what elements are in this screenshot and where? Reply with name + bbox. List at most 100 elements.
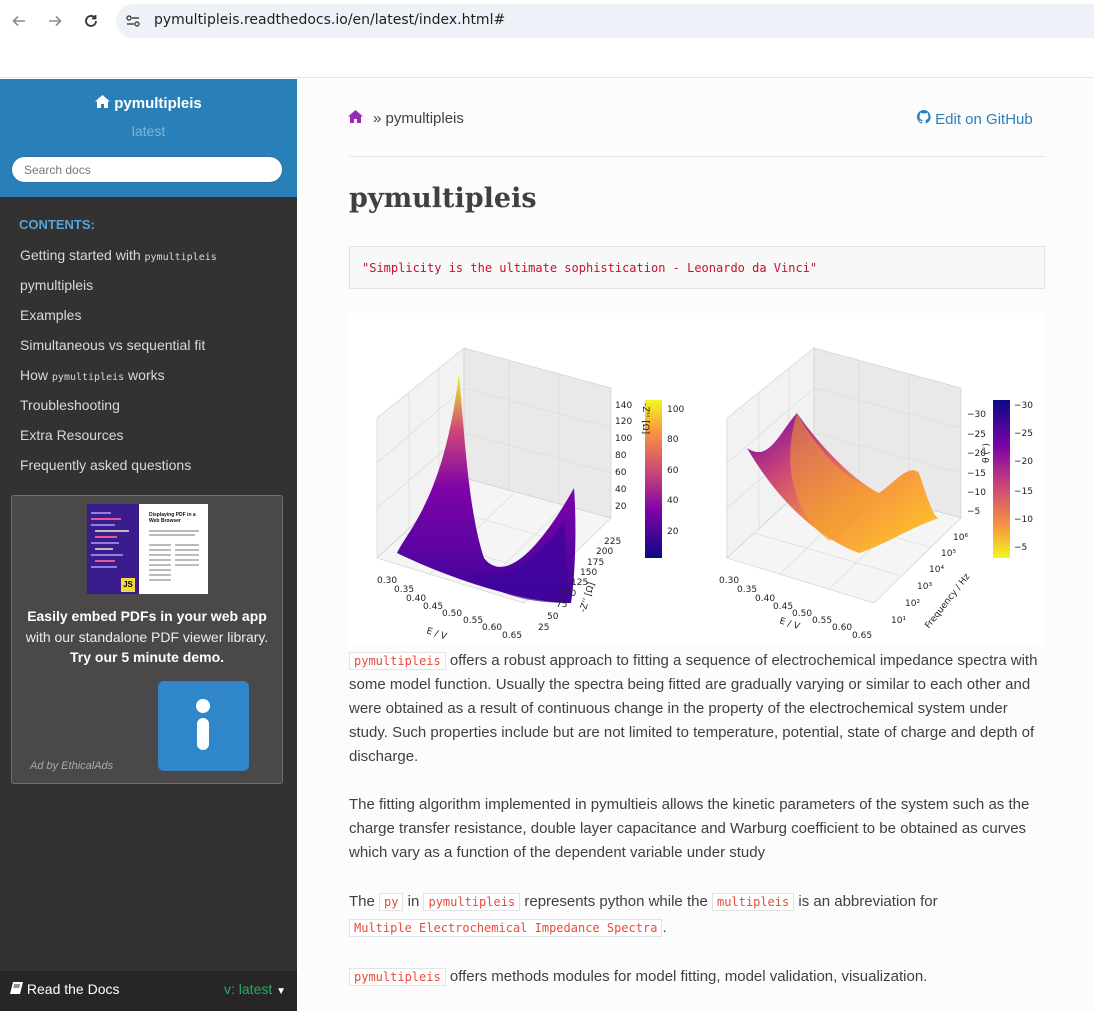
surface-plots-svg: 0.30 0.35 0.40 0.45 0.50 0.55 0.60 0.65 … [376, 347, 1033, 642]
toc-item-label: Troubleshooting [20, 397, 120, 413]
toc-item-label: pymultipleis [20, 277, 94, 293]
paragraph-text: represents python while the [520, 893, 712, 910]
toc-item-extra-resources[interactable]: Extra Resources [0, 420, 297, 450]
ad-body: with our standalone PDF viewer library. [25, 629, 269, 645]
book-icon [10, 982, 23, 994]
right-cbar-tick: −5 [1014, 543, 1027, 553]
ad-thumbnail[interactable]: JS Displaying PDF in a Web Browser [87, 504, 208, 594]
sidebar: pymultipleis latest CONTENTS: Getting st… [0, 79, 297, 1011]
paragraph-text: The [349, 893, 380, 910]
rtd-version-footer[interactable]: Read the Docs v: latest ▼ [0, 971, 297, 1011]
toc-list: Getting started with pymultipleis pymult… [0, 240, 297, 480]
left-ytick: 175 [587, 558, 604, 568]
left-ytick: 225 [604, 537, 621, 547]
right-cbar-tick: −20 [1014, 457, 1033, 467]
right-xtick: 0.60 [832, 623, 852, 633]
paragraph-text: The fitting algorithm implemented in pym… [349, 796, 1030, 861]
name-paragraph: The py in pymultipleis represents python… [349, 889, 1049, 941]
toc-item-examples[interactable]: Examples [0, 300, 297, 330]
rtd-version-selector[interactable]: v: latest ▼ [224, 981, 286, 997]
address-bar[interactable]: pymultipleis.readthedocs.io/en/latest/in… [116, 4, 1094, 38]
rtd-brand-label: Read the Docs [26, 981, 120, 997]
right-cbar-tick: −30 [1014, 401, 1033, 411]
left-cbar-tick: 100 [667, 405, 684, 415]
toc-item-label: How [20, 367, 52, 383]
left-xtick: 0.65 [502, 631, 522, 641]
inline-code: py [379, 893, 404, 911]
right-ztick: −30 [967, 410, 986, 420]
right-xtick: 0.55 [812, 616, 832, 626]
left-ztick: 40 [615, 485, 627, 495]
toc-item-code: pymultipleis [144, 252, 217, 263]
left-xtick: 0.60 [482, 623, 502, 633]
left-xtick: 0.55 [463, 616, 483, 626]
left-ytick: 75 [556, 600, 567, 610]
ad-thumb-code-panel: JS [87, 504, 139, 594]
project-home-link[interactable]: pymultipleis [0, 95, 297, 112]
reload-button[interactable] [78, 8, 104, 34]
right-ytick: 10¹ [891, 616, 906, 626]
inline-code: Multiple Electrochemical Impedance Spect… [349, 919, 663, 937]
paragraph-text: . [662, 919, 667, 936]
caret-down-icon: ▼ [276, 986, 287, 997]
page-title: pymultipleis [349, 183, 537, 214]
right-ytick: 10⁵ [941, 549, 956, 559]
ethical-ad[interactable]: JS Displaying PDF in a Web Browser Easil… [11, 495, 283, 784]
methods-paragraph: pymultipleis offers methods modules for … [349, 965, 1049, 989]
toc-item-faq[interactable]: Frequently asked questions [0, 450, 297, 480]
edit-on-github-label: Edit on GitHub [935, 111, 1033, 128]
left-zlabel: -Z'' [Ω] [640, 403, 650, 434]
toc-item-label: Getting started with [20, 247, 145, 263]
left-ytick: 150 [580, 568, 597, 578]
toc-item-getting-started[interactable]: Getting started with pymultipleis [0, 240, 297, 270]
forward-button[interactable] [42, 8, 68, 34]
ad-thumb-badge: JS [121, 578, 135, 592]
right-3d-axes [726, 347, 962, 604]
toc-item-label: Extra Resources [20, 427, 124, 443]
ad-headline[interactable]: Easily embed PDFs in your web app [12, 608, 282, 624]
toc-item-label: Simultaneous vs sequential fit [20, 337, 206, 353]
arrow-left-icon [12, 15, 25, 27]
ad-cta[interactable]: Try our 5 minute demo. [12, 649, 282, 665]
algorithm-paragraph: The fitting algorithm implemented in pym… [349, 793, 1049, 865]
version-label: latest [131, 123, 166, 139]
toc-item-pymultipleis[interactable]: pymultipleis [0, 270, 297, 300]
site-settings-icon[interactable] [124, 12, 142, 30]
right-ytick: 10⁶ [953, 533, 968, 543]
inline-code: pymultipleis [349, 652, 446, 670]
right-zlabel: θ (°) [982, 443, 992, 463]
intro-paragraph: pymultipleis offers a robust approach to… [349, 649, 1049, 769]
left-3d-axes [376, 347, 612, 604]
left-xtick: 0.45 [423, 602, 443, 612]
project-name: pymultipleis [114, 95, 202, 112]
breadcrumb-home-link[interactable] [348, 110, 363, 128]
github-icon [916, 110, 931, 124]
main-content: » pymultipleis Edit on GitHub pymultiple… [297, 79, 1094, 1011]
toc-item-simultaneous[interactable]: Simultaneous vs sequential fit [0, 330, 297, 360]
ad-attribution[interactable]: Ad by EthicalAds [30, 760, 113, 772]
surface-plots-figure: 0.30 0.35 0.40 0.45 0.50 0.55 0.60 0.65 … [349, 313, 1045, 646]
toc-item-how-it-works[interactable]: How pymultipleis works [0, 360, 297, 390]
right-ytick: 10² [905, 599, 920, 609]
back-button[interactable] [6, 8, 32, 34]
edit-on-github-link[interactable]: Edit on GitHub [916, 110, 1033, 128]
right-ztick: −15 [967, 469, 986, 479]
home-icon [95, 95, 111, 108]
reload-icon [85, 15, 97, 27]
rtd-version-label: v: latest [224, 981, 273, 997]
toc-item-troubleshooting[interactable]: Troubleshooting [0, 390, 297, 420]
divider [349, 156, 1045, 157]
left-ztick: 80 [615, 451, 627, 461]
search-input[interactable] [11, 156, 283, 183]
ad-info-icon[interactable] [158, 681, 249, 771]
paragraph-text: offers a robust approach to fitting a se… [349, 652, 1038, 765]
right-cbar-tick: −15 [1014, 487, 1033, 497]
left-ztick: 140 [615, 401, 632, 411]
left-cbar-tick: 80 [667, 435, 679, 445]
left-ztick: 100 [615, 434, 632, 444]
paragraph-text: offers methods modules for model fitting… [445, 968, 928, 985]
paragraph-text: in [403, 893, 424, 910]
browser-toolbar: pymultipleis.readthedocs.io/en/latest/in… [0, 0, 1094, 78]
toc-caption: CONTENTS: [19, 217, 95, 232]
breadcrumb: » pymultipleis [373, 110, 464, 127]
